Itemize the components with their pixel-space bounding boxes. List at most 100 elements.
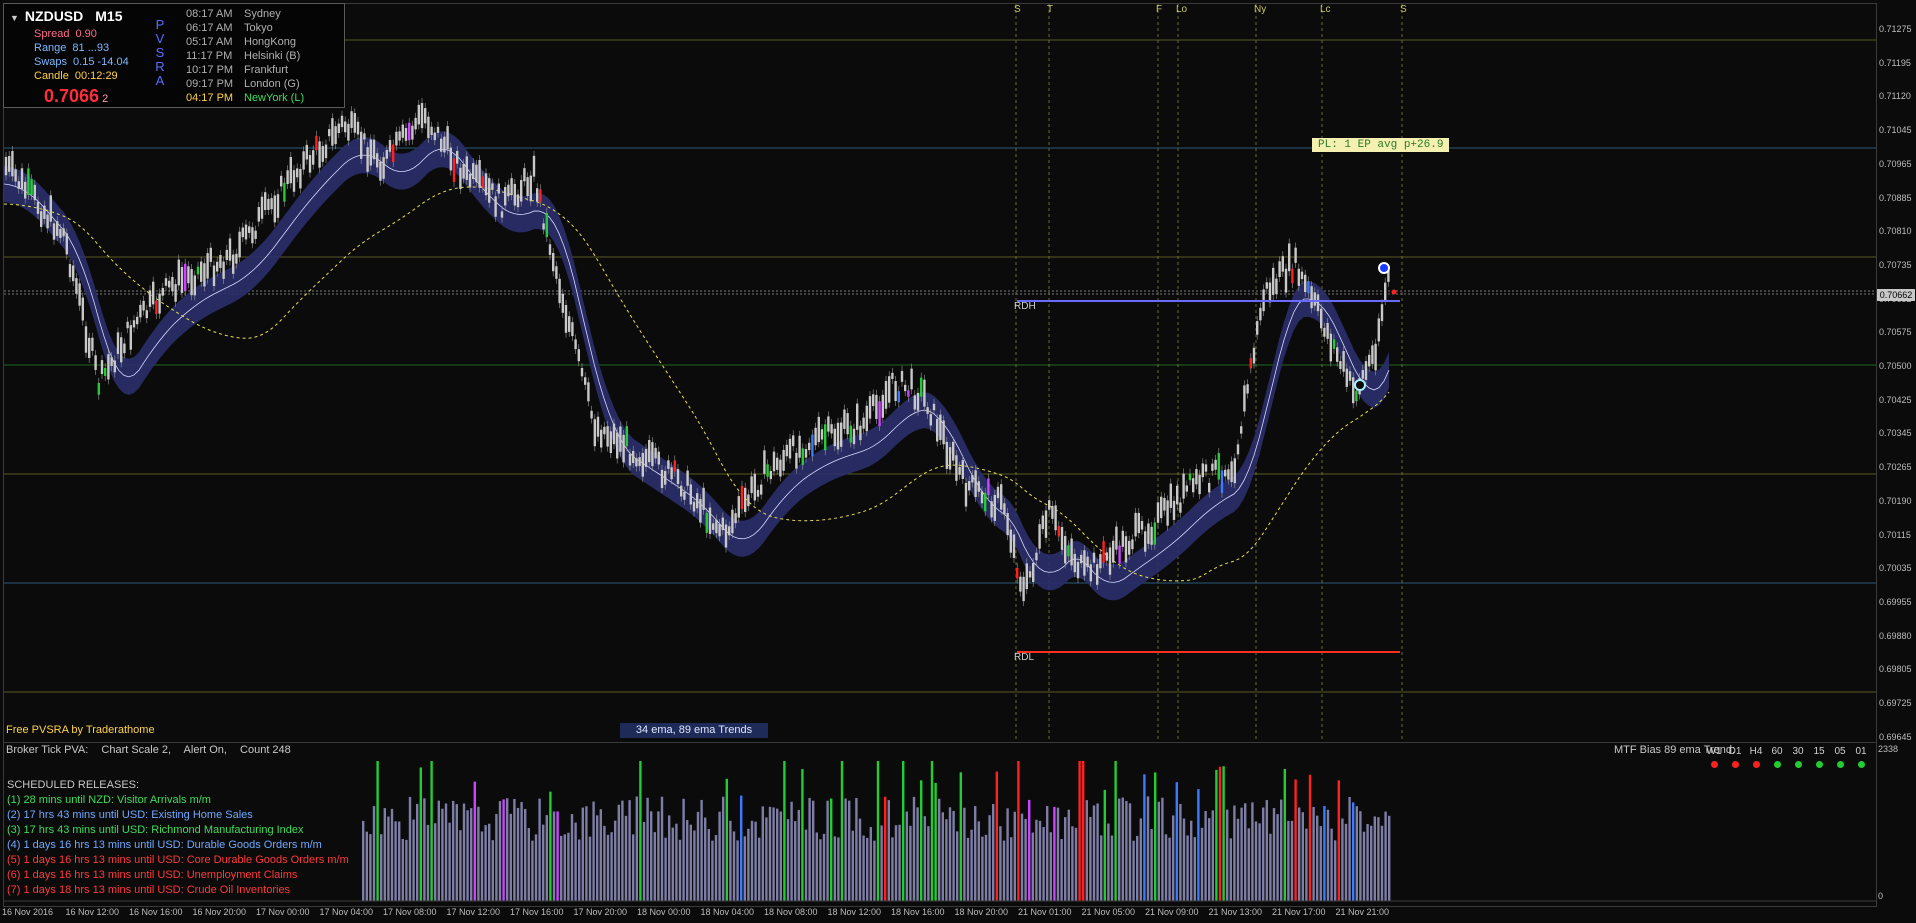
candle-body: [632, 450, 635, 464]
session-marker: T: [1047, 4, 1054, 15]
volume-bar: [873, 840, 876, 901]
candle-body: [171, 276, 174, 292]
candle-body: [664, 470, 667, 485]
candle-body: [1227, 469, 1230, 480]
volume-bar: [646, 797, 649, 901]
candle-body: [1160, 496, 1163, 519]
volume-bar: [574, 822, 577, 901]
time-axis-label: 17 Nov 04:00: [319, 907, 374, 917]
candle-body: [1268, 282, 1272, 303]
candle-body: [1233, 458, 1236, 484]
entry-marker-icon[interactable]: [1378, 262, 1390, 274]
candle-body: [366, 147, 369, 172]
candle-body: [990, 501, 993, 518]
session-marker: Lc: [1320, 4, 1331, 15]
volume-bar: [786, 819, 790, 901]
candle-body: [561, 293, 564, 313]
volume-bar: [624, 815, 628, 901]
candle-body: [225, 249, 228, 260]
volume-bar: [866, 837, 869, 901]
candle-body: [107, 354, 110, 380]
volume-bar: [855, 797, 858, 901]
candle-body: [411, 125, 414, 140]
price-axis-label: 0.70115: [1879, 529, 1911, 540]
volume-bar: [1265, 800, 1268, 901]
candle-body: [110, 357, 113, 367]
main-chart-window[interactable]: [3, 3, 1877, 745]
range-label: Range: [34, 42, 67, 54]
volume-bar: [992, 804, 995, 901]
candle-body: [427, 116, 430, 138]
volume-bar: [812, 800, 815, 901]
pvsra-letter: P: [155, 17, 165, 32]
volume-bar: [995, 771, 998, 901]
candle-body: [414, 117, 417, 130]
candle-body: [433, 132, 436, 141]
candle-body: [46, 214, 49, 229]
candle-body: [296, 168, 299, 178]
candle-body: [705, 512, 708, 533]
pvsra-letter: R: [155, 59, 165, 74]
volume-bar: [754, 821, 757, 901]
candle-label: Candle: [34, 70, 69, 82]
volume-bar: [549, 791, 552, 901]
candle-body: [193, 275, 196, 296]
price-axis-label: 0.69645: [1879, 731, 1912, 742]
volume-bar: [599, 809, 602, 901]
volume-bar: [1226, 809, 1229, 901]
candle-body: [900, 370, 904, 382]
candle-body: [715, 519, 718, 534]
volume-bar: [1330, 828, 1333, 901]
session-row: 04:17 PM NewYork (L): [186, 91, 304, 105]
volume-bar: [1024, 818, 1027, 901]
candle-body: [1128, 540, 1131, 555]
volume-bar: [894, 825, 898, 901]
volume-bar: [707, 829, 710, 901]
candle-body: [744, 487, 747, 512]
candle-body: [1284, 268, 1288, 293]
candle-body: [1051, 505, 1054, 519]
candle-body: [590, 410, 593, 419]
volume-bar: [790, 801, 793, 901]
candle-body: [462, 164, 465, 179]
time-axis-label: 16 Nov 2016: [2, 907, 54, 917]
session-marker: S: [1400, 4, 1407, 15]
time-axis[interactable]: 16 Nov 2016 16 Nov 12:00 16 Nov 16:00 16 No…: [0, 905, 1916, 923]
candle-body: [580, 368, 584, 377]
candle-body: [148, 290, 152, 307]
candle-body: [216, 261, 219, 272]
trading-terminal: ▼ NZDUSD M15 Spread 0.90 Range 81 ...93 Swap…: [0, 0, 1916, 923]
candle-body: [337, 123, 340, 134]
collapse-triangle-icon[interactable]: ▼: [10, 13, 19, 23]
ema-trends-badge[interactable]: 34 ema, 89 ema Trends: [620, 723, 768, 738]
volume-bar: [1319, 826, 1322, 901]
candle-body: [120, 337, 123, 363]
candle-body: [257, 207, 260, 222]
candle-body: [1012, 534, 1016, 558]
candle-body: [574, 339, 577, 350]
candle-body: [875, 394, 878, 419]
volume-bar: [480, 831, 484, 901]
price-chart-canvas[interactable]: [4, 4, 1876, 744]
candle-body: [964, 482, 968, 507]
candle-body: [606, 426, 609, 447]
candle-body: [718, 523, 721, 537]
candle-body: [235, 253, 238, 264]
session-name: Frankfurt: [244, 64, 289, 76]
candle-body: [644, 449, 648, 467]
scheduled-releases: SCHEDULED RELEASES: (1) 28 mins until NZ…: [7, 778, 349, 898]
time-axis-label: 18 Nov 12:00: [827, 907, 882, 917]
candle-body: [1038, 524, 1041, 549]
exit-marker-icon[interactable]: [1354, 379, 1366, 391]
candle-body: [689, 484, 692, 505]
candle-body: [888, 376, 891, 403]
price-axis-label: 0.70190: [1879, 495, 1912, 506]
symbol-header[interactable]: ▼ NZDUSD M15: [10, 8, 123, 24]
volume-bar: [653, 832, 656, 901]
candle-body: [1288, 243, 1291, 272]
candle-body: [702, 487, 705, 510]
candle-body: [436, 126, 440, 133]
time-axis-label: 18 Nov 16:00: [891, 907, 945, 917]
volume-bar: [848, 800, 851, 901]
volume-bar: [398, 821, 401, 901]
